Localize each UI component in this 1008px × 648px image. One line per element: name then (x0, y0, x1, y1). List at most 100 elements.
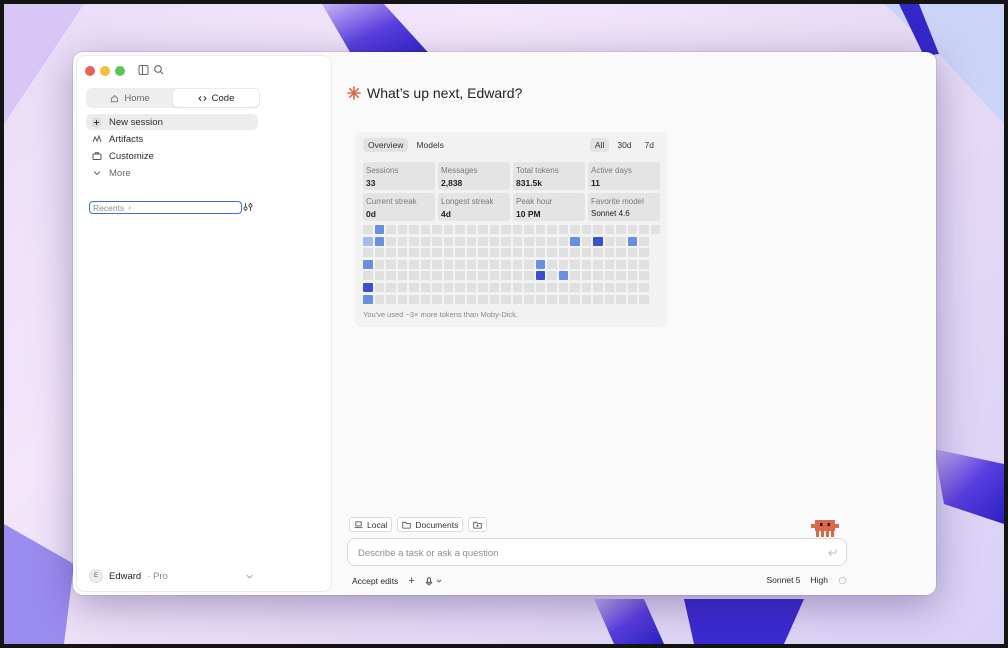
context-usage-icon[interactable] (838, 576, 847, 585)
search-icon[interactable] (152, 63, 166, 77)
heatmap-cell (489, 259, 499, 269)
add-attachment-icon[interactable]: + (408, 575, 414, 587)
heatmap-cell (478, 236, 488, 246)
heatmap-cell (374, 225, 384, 234)
heatmap-cell (581, 294, 591, 304)
documents-label: Documents (415, 519, 459, 530)
heatmap-cell (650, 225, 660, 234)
user-plan: · Pro (147, 570, 168, 582)
tab-overview[interactable]: Overview (363, 138, 409, 152)
tab-models[interactable]: Models (411, 138, 448, 152)
heatmap-cell (524, 294, 534, 304)
stat-label: Peak hour (516, 197, 553, 206)
heatmap-cell (386, 259, 396, 269)
zoom-window-button[interactable] (115, 66, 125, 76)
stat-value: 2,838 (441, 178, 463, 188)
heatmap-cell (489, 225, 499, 234)
heatmap-cell (570, 236, 580, 246)
heatmap-cell (489, 236, 499, 246)
heatmap-cell (524, 248, 534, 258)
recents-header[interactable]: Recents › (89, 201, 242, 214)
heatmap-cell (489, 283, 499, 292)
stat-current-streak: Current streak 0d (363, 193, 435, 221)
heatmap-cell (432, 248, 442, 258)
heatmap-cell (535, 259, 545, 269)
sidebar-toggle-icon[interactable] (137, 63, 151, 77)
stat-total-tokens: Total tokens 831.5k (513, 162, 585, 190)
heatmap-cell (581, 236, 591, 246)
heatmap-cell (386, 271, 396, 281)
permission-mode-button[interactable]: Accept edits (352, 576, 398, 586)
heatmap-cell (616, 236, 626, 246)
heatmap-cell (363, 294, 373, 304)
model-selector[interactable]: Sonnet 5 (766, 575, 800, 585)
heatmap-cell (547, 236, 557, 246)
heatmap-cell (363, 225, 373, 234)
heatmap-cell (616, 271, 626, 281)
heatmap-cell (524, 271, 534, 281)
sidebar-item-customize[interactable]: Customize (86, 148, 258, 164)
heatmap-cell (524, 259, 534, 269)
heatmap-cell (478, 294, 488, 304)
composer-toolbar: Accept edits + Sonnet 5 High (352, 575, 847, 587)
heatmap-cell (409, 271, 419, 281)
heatmap-cell (581, 283, 591, 292)
stats-view-tabs: Overview Models (363, 138, 449, 152)
stat-label: Messages (441, 166, 478, 175)
heatmap-cell (397, 294, 407, 304)
heatmap-cell (501, 248, 511, 258)
avatar: E (89, 569, 103, 583)
heatmap-cell (512, 283, 522, 292)
heatmap-cell (501, 271, 511, 281)
chevron-down-icon (246, 574, 253, 578)
heatmap-cell (581, 271, 591, 281)
heatmap-cell (489, 271, 499, 281)
context-chips: Local Documents (349, 517, 488, 532)
enter-key-icon[interactable] (827, 547, 838, 558)
local-label: Local (367, 519, 388, 530)
heatmap-cell (547, 271, 557, 281)
sidebar-item-artifacts[interactable]: Artifacts (86, 131, 258, 147)
close-window-button[interactable] (85, 66, 95, 76)
composer (347, 538, 847, 566)
user-menu[interactable]: E Edward · Pro (86, 567, 258, 585)
heatmap-cell (374, 283, 384, 292)
tab-home[interactable]: Home (87, 89, 173, 107)
filter-icon[interactable] (242, 201, 254, 213)
range-30d[interactable]: 30d (612, 138, 636, 152)
new-session-button[interactable]: New session (86, 114, 258, 130)
environment-chip-local[interactable]: Local (349, 517, 393, 532)
heatmap-cell (374, 271, 384, 281)
sidebar: Home Code New session Artifacts Customiz… (76, 55, 332, 592)
heatmap-cell (524, 225, 534, 234)
heatmap-cell (558, 259, 568, 269)
heatmap-cell (363, 236, 373, 246)
stat-value: 831.5k (516, 178, 542, 188)
heatmap-cell (455, 271, 465, 281)
stat-value: 4d (441, 209, 451, 219)
tab-code[interactable]: Code (173, 89, 259, 107)
heatmap-cell (397, 236, 407, 246)
minimize-window-button[interactable] (100, 66, 110, 76)
prompt-input[interactable] (356, 547, 800, 560)
heatmap-cell (604, 259, 614, 269)
range-all[interactable]: All (589, 138, 610, 152)
heatmap-cell (420, 271, 430, 281)
heatmap-cell (409, 294, 419, 304)
effort-selector[interactable]: High (811, 575, 828, 585)
folder-chip-documents[interactable]: Documents (397, 517, 464, 532)
heatmap-cell (397, 248, 407, 258)
sidebar-item-more[interactable]: More (86, 165, 258, 181)
home-icon (111, 94, 119, 102)
heatmap-cell (627, 225, 637, 234)
heatmap-cell (443, 259, 453, 269)
range-7d[interactable]: 7d (640, 138, 659, 152)
heatmap-cell (466, 248, 476, 258)
add-folder-button[interactable] (468, 517, 488, 532)
heatmap-cell (639, 271, 649, 281)
microphone-icon[interactable] (425, 576, 442, 586)
heatmap-cell (478, 259, 488, 269)
heatmap-cell (639, 248, 649, 258)
heatmap-cell (535, 283, 545, 292)
stats-grid: Sessions 33 Messages 2,838 Total tokens 831… (363, 162, 660, 221)
